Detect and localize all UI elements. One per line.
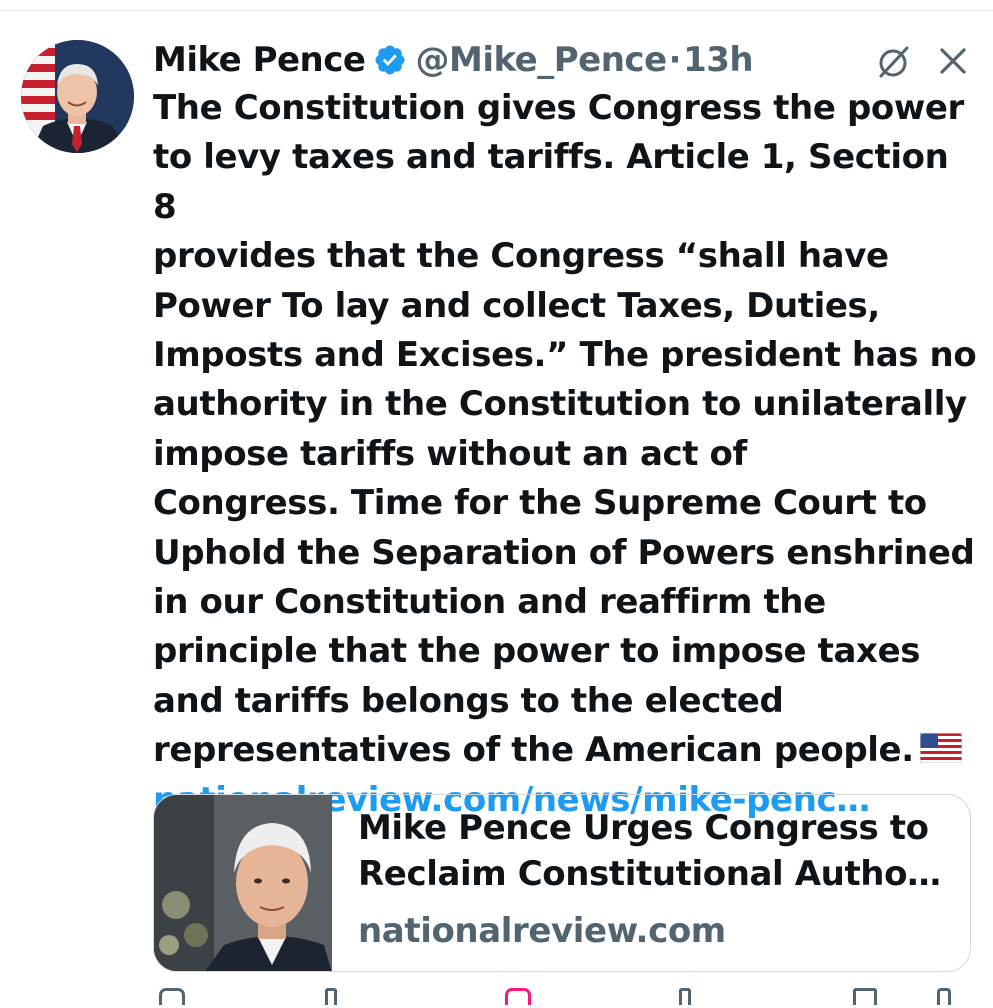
card-title: Mike Pence Urges Congress to Reclaim Con… (358, 805, 946, 897)
reply-icon[interactable] (159, 988, 185, 1005)
tweet-text-line: impose tariffs without an act of (153, 433, 747, 474)
tweet-text-line: principle that the power to impose taxes (153, 631, 921, 672)
like-icon[interactable] (505, 988, 531, 1005)
header-separator: · (668, 40, 682, 80)
card-domain: nationalreview.com (358, 911, 726, 951)
tweet-text-line: representatives of the American people. (153, 730, 914, 771)
tweet-text-last-line: representatives of the American people. (153, 726, 983, 775)
action-bar (153, 988, 973, 1008)
tweet-text-line: provides that the Congress “shall have (153, 236, 889, 277)
grok-icon[interactable] (874, 42, 914, 82)
card-thumbnail (154, 795, 332, 971)
author-handle[interactable]: @Mike_Pence (415, 40, 667, 80)
tweet-timestamp[interactable]: 13h (683, 40, 754, 80)
card-title-line: Mike Pence Urges Congress to (358, 808, 929, 848)
top-divider (0, 10, 993, 11)
author-avatar[interactable] (21, 40, 134, 153)
tweet-text-line: Uphold the Separation of Powers enshrine… (153, 532, 975, 573)
card-text: Mike Pence Urges Congress to Reclaim Con… (332, 795, 970, 971)
tweet-text-line: and tariffs belongs to the elected (153, 680, 784, 721)
tweet-text-line: authority in the Constitution to unilate… (153, 384, 967, 425)
tweet-text-line: Power To lay and collect Taxes, Duties, (153, 285, 880, 326)
tweet-text-line: to levy taxes and tariffs. Article 1, Se… (153, 137, 949, 227)
author-name[interactable]: Mike Pence (153, 40, 366, 80)
bookmark-icon[interactable] (853, 988, 877, 1005)
tweet-text-line: Imposts and Excises.” The president has … (153, 335, 977, 376)
tweet-text-line: in our Constitution and reaffirm the (153, 582, 826, 623)
share-icon[interactable] (937, 988, 951, 1005)
tweet-text-line: Congress. Time for the Supreme Court to (153, 483, 927, 524)
tweet-header: Mike Pence @Mike_Pence · 13h (153, 36, 754, 84)
verified-badge-icon[interactable] (373, 43, 407, 77)
tweet-text: The Constitution gives Congress the powe… (153, 84, 983, 825)
us-flag-emoji (919, 728, 963, 764)
avatar-photo (21, 40, 134, 153)
close-icon[interactable] (934, 42, 972, 80)
card-title-line: Reclaim Constitutional Autho… (358, 854, 941, 894)
tweet-text-line: The Constitution gives Congress the powe… (153, 88, 964, 128)
link-preview-card[interactable]: Mike Pence Urges Congress to Reclaim Con… (153, 794, 971, 972)
views-icon[interactable] (679, 988, 691, 1005)
repost-icon[interactable] (325, 988, 337, 1005)
